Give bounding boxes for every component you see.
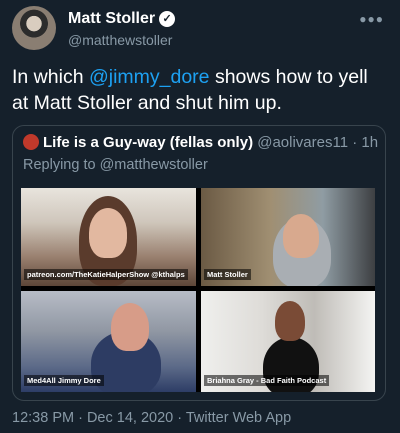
video-tile-briahna: Briahna Gray - Bad Faith Podcast <box>201 291 375 392</box>
quoted-tweet-header: Life is a Guy-way (fellas only) @aolivar… <box>23 134 379 151</box>
quoted-time[interactable]: 1h <box>361 134 378 151</box>
avatar[interactable] <box>12 6 56 50</box>
video-caption: Briahna Gray - Bad Faith Podcast <box>204 375 330 386</box>
quoted-tweet[interactable]: Life is a Guy-way (fellas only) @aolivar… <box>12 125 386 401</box>
quoted-separator: · <box>348 134 362 151</box>
tweet-timestamp[interactable]: 12:38 PM · Dec 14, 2020 <box>12 410 173 426</box>
video-caption: Matt Stoller <box>204 269 251 280</box>
quoted-avatar[interactable] <box>23 134 39 150</box>
author-name[interactable]: Matt Stoller ✓ <box>68 10 176 28</box>
video-caption: Med4All Jimmy Dore <box>24 375 104 386</box>
video-grid[interactable]: patreon.com/TheKatieHalperShow @kthalps … <box>21 188 375 392</box>
author-handle[interactable]: @matthewstoller <box>68 32 172 48</box>
video-caption: patreon.com/TheKatieHalperShow @kthalps <box>24 269 188 280</box>
quoted-author-handle[interactable]: @aolivares11 <box>257 134 348 151</box>
author-name-text[interactable]: Matt Stoller <box>68 10 155 27</box>
mention-link[interactable]: @jimmy_dore <box>89 66 210 88</box>
footer-separator: · <box>173 410 186 426</box>
replying-to: Replying to @matthewstoller <box>23 157 208 173</box>
video-tile-matt: Matt Stoller <box>201 188 375 286</box>
quoted-author-name[interactable]: Life is a Guy-way (fellas only) <box>43 134 253 151</box>
verified-badge-icon: ✓ <box>159 11 176 27</box>
tweet-footer: 12:38 PM · Dec 14, 2020 · Twitter Web Ap… <box>12 410 291 426</box>
tweet-header: Matt Stoller ✓ @matthewstoller ●●● <box>12 6 388 52</box>
tweet-text: In which @jimmy_dore shows how to yell a… <box>12 64 382 116</box>
more-options-icon[interactable]: ●●● <box>359 12 384 26</box>
video-tile-jimmy: Med4All Jimmy Dore <box>21 291 196 392</box>
video-tile-katie: patreon.com/TheKatieHalperShow @kthalps <box>21 188 196 286</box>
tweet-text-before: In which <box>12 66 89 88</box>
tweet-source[interactable]: Twitter Web App <box>186 410 291 426</box>
